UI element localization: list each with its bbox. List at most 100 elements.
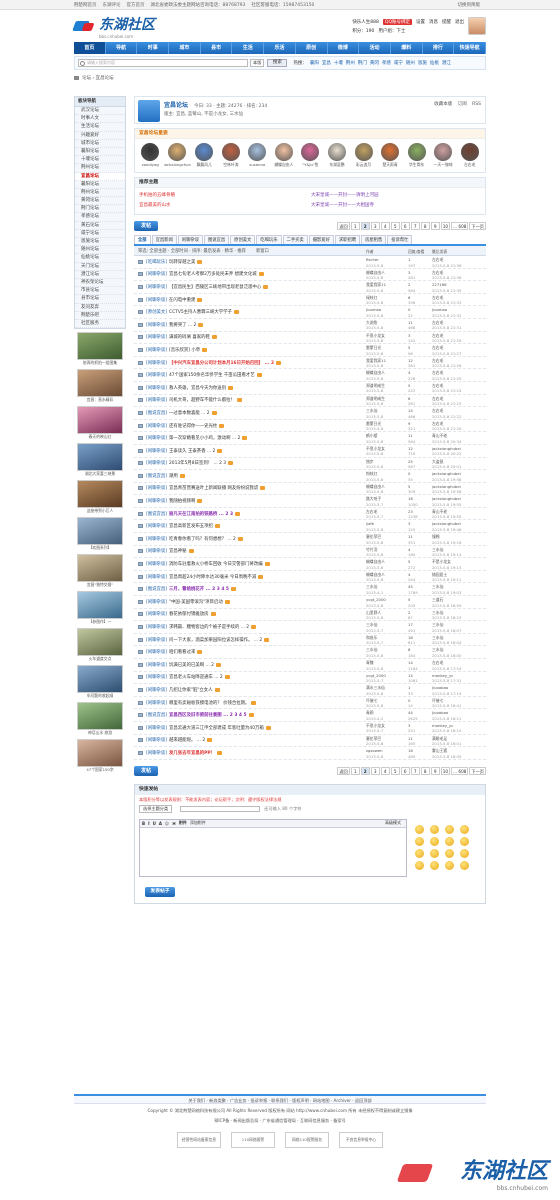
thread-category[interactable]: [闲聊杂谈] — [146, 737, 167, 743]
thread-title[interactable]: 王泰读久 王泰茶香 ... 2 — [169, 448, 215, 454]
nav-item[interactable]: 导航 — [106, 42, 138, 54]
star-user[interactable]: 楚天雨青 — [377, 143, 404, 168]
thread-title[interactable]: 越来越能呢。 ... 2 — [169, 737, 205, 743]
thread-category[interactable]: [闲聊杂谈] — [146, 284, 167, 290]
table-row[interactable]: [闲聊杂谈] 宜昌七旬老人考察2万多处民未弃 想建文化城 蝴蝶自由人 2013-5-8… — [134, 269, 486, 282]
nav-item[interactable]: 爆料 — [391, 42, 423, 54]
thread-title[interactable]: 求韩篇、糖物客边的个被子是手续的 ... 2 — [169, 624, 249, 630]
smiley-icon[interactable] — [460, 860, 469, 870]
table-row[interactable]: [图说宜昌] 潮用 钩枝红 2013-5-8 0 35 jackxionghubei 2013… — [134, 470, 486, 483]
sidebar-city-item[interactable]: 恩施论坛 — [75, 238, 125, 247]
star-user[interactable]: 彩云追月 — [350, 143, 377, 168]
sidebar-city-item[interactable]: 孝感论坛 — [75, 213, 125, 222]
thread-last-post[interactable]: 随园居士 2013-5-8 19:11 — [432, 572, 461, 583]
page-button[interactable]: 4 — [380, 222, 390, 230]
thread-category[interactable]: [图说宜昌] — [146, 511, 167, 517]
page-button[interactable]: 5 — [390, 222, 400, 230]
rss-button[interactable]: RSS — [472, 102, 481, 107]
sidebar-photo-item[interactable]: 宜昌：直水精彩 — [74, 369, 126, 403]
footer-links[interactable]: 关于我们 · 新浪类聚 · 广告业务 · 投诉举报 · 联系我们 · 版权声明 … — [74, 1094, 486, 1104]
thread-title[interactable]: 在闪电中重建 — [169, 297, 195, 303]
thread-author[interactable]: 雷蒙日光 2013-5-8 — [366, 345, 383, 356]
thread-title[interactable]: CCTV5主持人曹霖三峡大学学子 — [169, 309, 232, 315]
table-row[interactable]: [闲聊杂谈] 47个国家150余名华侨学生 千亩瓜田看才艺 蝴蝶自由人 2013-5-… — [134, 369, 486, 382]
table-row[interactable]: [图说宜昌] 丽凡天在江南拍的铁路桥 ... 2 3 左右毛 2013-5-7 23 12… — [134, 508, 486, 521]
nav-item[interactable]: 生活 — [232, 42, 265, 54]
photo-caption[interactable]: 神话山水 旅游 — [74, 730, 126, 736]
recommend-link[interactable]: 大宋皇城——开封——清明上河园 — [311, 192, 481, 200]
thread-author[interactable]: 和爸乐 2013-5-7 — [366, 635, 383, 646]
thread-category[interactable]: [闲聊杂谈] — [146, 548, 167, 554]
page-button[interactable]: 4 — [380, 766, 390, 775]
photo-thumbnail[interactable] — [77, 443, 123, 472]
thread-author[interactable]: 蝴蝶自由人 2013-5-8 — [366, 484, 385, 495]
submit-post-button[interactable]: 发表帖子 — [145, 886, 175, 897]
thread-last-post[interactable]: 左右毛 2013-5-8 21:33 — [432, 295, 461, 306]
table-row[interactable]: [闲聊杂谈] 问一下大家，酒菜加果园阳位该怎样操作。 ... 2 和爸乐 2013-5… — [134, 634, 486, 647]
star-name[interactable]: 华生骨灰 — [403, 162, 430, 168]
thread-last-post[interactable]: 三水仙 2013-5-8 18:07 — [432, 622, 461, 633]
thread-category[interactable]: [闲聊杂谈] — [146, 687, 167, 693]
thread-author[interactable]: 独步 2013-5-8 — [366, 459, 383, 470]
table-row[interactable]: [闲聊杂谈] 宜昌高新区发布五项招 jiafe 2013-5-8 3 125 jackxio… — [134, 520, 486, 534]
smiley-icon[interactable] — [460, 848, 469, 858]
star-avatar[interactable] — [195, 143, 214, 161]
thread-title[interactable]: 春花依郁付锦雅放房 — [169, 611, 209, 617]
thread-last-post[interactable]: jackxionghubei 2013-5-8 19:55 — [432, 496, 461, 507]
category-tab[interactable]: 房屋租售 — [361, 235, 387, 244]
author-name[interactable]: 塞伦菲巴 — [366, 534, 383, 540]
sidebar-city-item[interactable]: 仙桃论坛 — [75, 254, 125, 263]
page-button[interactable]: 1 — [350, 766, 360, 775]
table-row[interactable]: [闲聊杂谈] 【宜昌民生】西陵区三峡地带出现老鼠泛滥中心 我爱我家11 2013-5-… — [134, 281, 486, 294]
hot-search-item[interactable]: 宜昌 — [322, 60, 331, 66]
author-name[interactable]: 蝴蝶自由人 — [366, 559, 385, 565]
smiley-icon[interactable] — [445, 824, 454, 834]
thread-last-post[interactable]: 左右毛 2013-5-8 21:36 — [432, 270, 461, 281]
photo-thumbnail[interactable] — [77, 369, 123, 398]
thread-title[interactable]: 宜昌老火车站降迎通车 ... 2 — [169, 674, 223, 680]
thread-category[interactable]: [闲聊杂谈] — [146, 523, 167, 529]
top-link[interactable]: 官方首页 — [127, 2, 145, 8]
category-tab[interactable]: 投诉帮忙 — [387, 235, 413, 244]
author-name[interactable]: 雷蒙日光 — [366, 345, 383, 351]
star-avatar[interactable] — [327, 143, 346, 161]
thread-last-post[interactable]: jiuomao 2013-5-8 21:32 — [432, 307, 461, 318]
star-name[interactable]: susanna — [244, 162, 271, 167]
table-row[interactable]: [闲聊杂谈] 几招让你家"脏"立女人 满水三水仙 2013-5-8 1 33 jiuooba… — [134, 684, 486, 697]
smiley-icon[interactable] — [415, 836, 424, 846]
photo-caption[interactable]: 宜昌：直水精彩 — [74, 397, 126, 403]
footer-badge[interactable]: 经营性网站备案信息 — [177, 1132, 221, 1148]
page-button[interactable]: 6 — [400, 766, 410, 775]
table-row[interactable]: [闲聊杂谈] 在闪电中重建 绿枝红 2013-5-8 6 356 左右毛 2013-5-8 2… — [134, 294, 486, 307]
table-row[interactable]: [闲聊杂谈] 宜昌青苗营赛送叶上新闻联播 网友纷纷说我谎 蝴蝶自由人 2013-5-8… — [134, 483, 486, 496]
recommend-link[interactable]: 大宋皇城——开封——大相国寺 — [311, 202, 481, 210]
photo-caption[interactable]: 【欢图系列】 — [74, 545, 126, 551]
table-row[interactable]: [闲聊杂谈] [音乐欣赏] 小草 雷蒙日光 2013-5-8 5 96 左右毛 2013-5-… — [134, 344, 486, 357]
table-row[interactable]: [闲聊杂谈] 求韩篇、糖物客边的个被子是手续的 ... 2 三水仙 2013-5-7 1… — [134, 621, 486, 634]
star-name[interactable]: 彩云追月 — [350, 162, 377, 168]
thread-category[interactable]: [闲聊杂谈] — [146, 360, 167, 366]
smiley-icon[interactable] — [445, 836, 454, 846]
sidebar-city-item[interactable]: 市县论坛 — [75, 287, 125, 296]
photo-thumbnail[interactable] — [77, 739, 123, 768]
sidebar-group-item[interactable]: 县市论坛 — [75, 295, 125, 304]
thread-title[interactable]: 发几张去年宜昌的PP！ — [169, 750, 215, 756]
sidebar-photo-item[interactable]: 湖北大家喜三峡景 — [74, 443, 126, 477]
nav-item[interactable]: 时事 — [137, 42, 170, 54]
thread-author[interactable]: 三水仙 2013-5-7 — [366, 622, 383, 633]
thread-last-post[interactable]: jackxionghubei 2013-5-8 20:22 — [432, 446, 461, 457]
table-row[interactable]: [闲聊杂谈] 司机大哥，超野车不能什么都拉！ 郑道明咸生 2013-5-8 6 261 左右… — [134, 395, 486, 408]
thread-author[interactable]: 鹤小楼 2013-5-8 — [366, 433, 383, 444]
recommend-link[interactable]: 宜昌最美的山水 — [139, 202, 309, 210]
thread-author[interactable]: 吓摧七 2013-5-8 — [366, 698, 383, 709]
table-row[interactable]: [闲聊杂谈] 发几张去年宜昌的PP！ zgzowen 2013-5-8 16 489 雾山王… — [134, 747, 486, 760]
thread-title[interactable]: 问一下大家，酒菜加果园阳位该怎样操作。 ... 2 — [169, 637, 262, 643]
thread-category[interactable]: [闲聊杂谈] — [146, 385, 167, 391]
thread-title[interactable]: 消防车驻着救火小桥车回收 今日交警部门将改编 — [169, 561, 263, 567]
sidebar-city-item[interactable]: 随州论坛 — [75, 246, 125, 255]
thread-title[interactable]: 宜昌周超24小时降水达30毫米 今日周晚不减 — [169, 574, 256, 580]
star-name[interactable]: 一天一咖啡 — [430, 162, 457, 168]
thread-author[interactable]: 郑道明咸生 2013-5-8 — [366, 383, 385, 394]
star-user[interactable]: 飘飘风儿 — [191, 143, 218, 168]
hot-search-item[interactable]: 十堰 — [334, 60, 343, 66]
